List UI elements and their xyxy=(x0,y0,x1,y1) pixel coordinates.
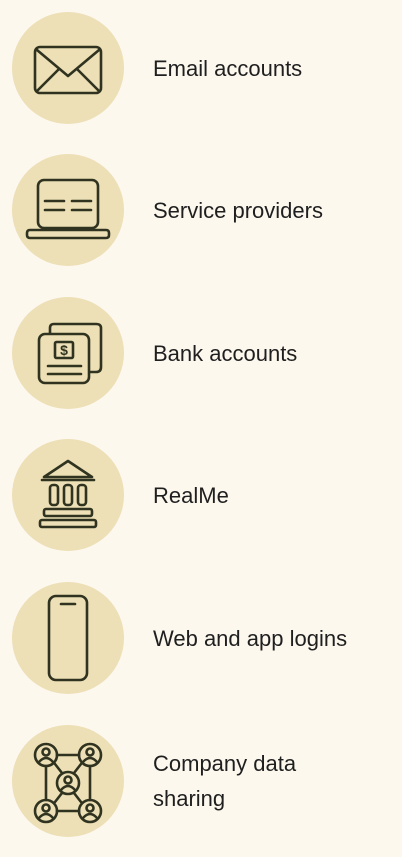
item-label: Service providers xyxy=(153,197,323,223)
list-item-bank-accounts: $ Bank accounts xyxy=(12,297,402,409)
envelope-icon xyxy=(12,12,124,124)
account-types-list: Email accounts Service providers $ Bank … xyxy=(0,0,402,857)
laptop-icon xyxy=(12,154,124,266)
bank-statement-icon: $ xyxy=(12,297,124,409)
item-label: Web and app logins xyxy=(153,625,348,651)
list-item-service-providers: Service providers xyxy=(12,154,402,266)
people-network-icon xyxy=(12,725,124,837)
list-item-web-and-app-logins: Web and app logins xyxy=(12,582,402,694)
list-item-realme: RealMe xyxy=(12,439,402,551)
government-building-icon xyxy=(12,439,124,551)
list-item-email-accounts: Email accounts xyxy=(12,12,402,124)
item-label: Email accounts xyxy=(153,55,303,81)
list-item-company-data-sharing: Company data sharing xyxy=(12,725,402,837)
item-label: RealMe xyxy=(153,482,229,508)
svg-text:$: $ xyxy=(60,342,68,358)
item-label: Company data sharing xyxy=(153,751,297,811)
mobile-phone-icon xyxy=(12,582,124,694)
item-label: Bank accounts xyxy=(153,340,298,366)
